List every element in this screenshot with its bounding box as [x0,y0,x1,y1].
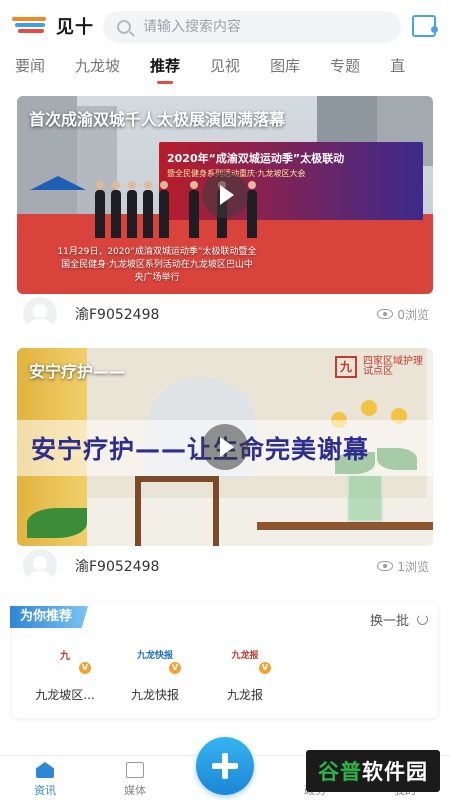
user-profile-icon[interactable] [412,15,438,37]
account-name: 九龙快报 [130,688,179,702]
video-headline: 安宁疗护——让生命完美谢幕 [31,435,370,464]
view-count: 1浏览 [377,558,429,575]
play-icon[interactable] [202,172,248,218]
recommend-list: 九 V 九龙坡区... 九龙快报 V 九龙快报 九龙报 V 九龙报 [20,636,290,703]
source-tag-text: 四家区域护理 试点区 [363,356,423,377]
eye-icon [377,309,394,319]
tab-topics[interactable]: 专题 [315,52,375,84]
account-logo: 九龙快报 V [135,636,181,674]
source-tag-mark: 九 [335,356,357,378]
verified-icon: V [79,662,91,674]
account-logo-text: 九龙快报 [136,650,173,661]
account-name: 九龙报 [226,688,263,702]
search-bar[interactable] [103,11,401,43]
recommend-section: 为你推荐 换一批 九 V 九龙坡区... 九龙快报 V 九龙快报 九龙报 V 九… [10,602,438,718]
tab-yaowen[interactable]: 要闻 [0,52,60,84]
tab-live[interactable]: 直 [375,52,420,84]
account-name: 九龙坡区... [35,688,95,702]
recommend-item[interactable]: 九 V 九龙坡区... [20,636,110,703]
author-name: 渝F9052498 [75,559,160,575]
search-input[interactable] [143,19,363,35]
video-thumbnail[interactable]: 2020年“成渝双城运动季”太极联动 暨全民健身系列活动重庆·九龙坡区大会 11… [17,96,433,294]
refresh-button[interactable]: 换一批 [370,610,428,629]
logo-text: 见十 [56,17,94,38]
account-logo: 九 V [45,636,91,674]
home-icon [36,762,54,778]
account-logo-text: 九龙报 [231,650,259,661]
search-icon [117,20,131,34]
recommend-item[interactable]: 九龙快报 V 九龙快报 [110,636,200,703]
feed-card[interactable]: 安宁疗护——让生命完美谢幕 九 四家区域护理 试点区 安宁疗护—— 渝F9052… [17,348,433,586]
card-meta: 渝F9052498 0浏览 [17,294,433,334]
author-name: 渝F9052498 [75,307,160,323]
nav-news-label: 资讯 [34,784,56,797]
card-title: 安宁疗护—— [29,362,126,381]
recommend-item[interactable]: 九龙报 V 九龙报 [200,636,290,703]
account-logo: 九龙报 V [225,636,271,674]
top-header: 见十 [0,0,450,52]
card-meta: 渝F9052498 1浏览 [17,546,433,586]
eye-icon [377,561,394,571]
refresh-icon [417,614,428,625]
tab-gallery[interactable]: 图库 [255,52,315,84]
refresh-label: 换一批 [369,614,409,629]
view-count: 0浏览 [377,306,429,323]
tv-icon [126,762,144,778]
verified-icon: V [259,662,271,674]
tab-jiulongpo[interactable]: 九龙坡 [60,52,135,84]
feed-card[interactable]: 2020年“成渝双城运动季”太极联动 暨全民健身系列活动重庆·九龙坡区大会 11… [17,96,433,334]
avatar[interactable] [23,549,57,583]
logo-mark [12,15,52,37]
account-logo-text: 九 [60,650,70,662]
watermark-text-accent: 谷普 [318,760,362,784]
nav-news[interactable]: 资讯 [0,756,90,800]
avatar[interactable] [23,297,57,331]
app-logo[interactable]: 见十 [12,11,102,41]
video-thumbnail[interactable]: 安宁疗护——让生命完美谢幕 九 四家区域护理 试点区 安宁疗护—— [17,348,433,546]
nav-media-label: 媒体 [124,784,146,797]
play-icon[interactable] [202,424,248,470]
tab-recommend[interactable]: 推荐 [135,52,195,84]
tab-jianshi[interactable]: 见视 [195,52,255,84]
watermark-text: 软件园 [362,760,428,784]
recommend-title: 为你推荐 [10,606,89,628]
category-tabs: 要闻 九龙坡 推荐 见视 图库 专题 直 [0,52,450,84]
source-tag: 九 四家区域护理 试点区 [335,356,423,378]
verified-icon: V [169,662,181,674]
event-banner-title: 2020年“成渝双城运动季”太极联动 [167,152,345,165]
image-caption: 11月29日，2020“成渝双城运动季”太极联动暨全国全民健身·九龙坡区系列活动… [57,247,257,283]
nav-media[interactable]: 媒体 [90,756,180,800]
view-count-text: 1浏览 [397,559,429,574]
site-watermark: 谷普 软件园 [306,750,440,792]
publish-plus-button[interactable] [196,737,254,795]
view-count-text: 0浏览 [397,307,429,322]
card-title: 首次成渝双城千人太极展演圆满落幕 [29,110,286,129]
